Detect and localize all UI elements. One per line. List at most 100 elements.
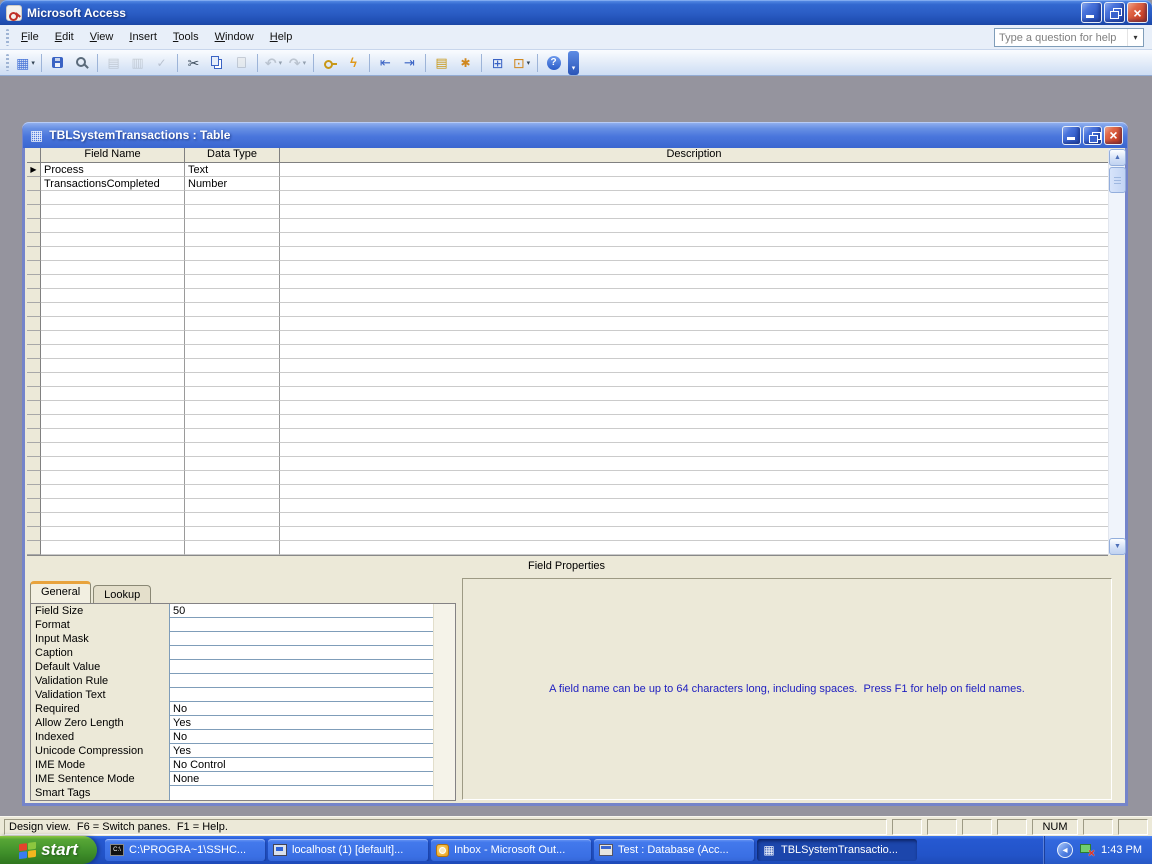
copy-button[interactable]: ▾ bbox=[206, 52, 229, 74]
build-button[interactable]: ▾ bbox=[454, 52, 477, 74]
scrollbar-thumb[interactable] bbox=[1109, 167, 1126, 193]
data-type-cell[interactable] bbox=[185, 331, 280, 345]
field-name-cell[interactable] bbox=[41, 205, 185, 219]
row-selector[interactable] bbox=[27, 541, 41, 555]
data-type-cell[interactable] bbox=[185, 275, 280, 289]
property-tab[interactable]: Lookup bbox=[93, 585, 151, 603]
description-cell[interactable] bbox=[280, 303, 1108, 317]
field-name-cell[interactable] bbox=[41, 345, 185, 359]
description-cell[interactable] bbox=[280, 163, 1108, 177]
chevron-down-icon[interactable] bbox=[1127, 29, 1143, 46]
paste-button[interactable]: ▾ bbox=[230, 52, 253, 74]
property-value-field[interactable] bbox=[169, 688, 433, 702]
description-cell[interactable] bbox=[280, 205, 1108, 219]
data-type-cell[interactable] bbox=[185, 373, 280, 387]
field-name-cell[interactable] bbox=[41, 443, 185, 457]
row-selector[interactable] bbox=[27, 275, 41, 289]
menu-item[interactable]: Window bbox=[207, 27, 262, 47]
redo-button[interactable]: ▾ bbox=[286, 52, 309, 74]
print-preview-button[interactable]: ▾ bbox=[126, 52, 149, 74]
row-selector[interactable] bbox=[27, 415, 41, 429]
toolbar-grip-icon[interactable] bbox=[6, 54, 9, 71]
vertical-scrollbar[interactable] bbox=[1108, 149, 1125, 555]
minimize-button[interactable] bbox=[1081, 2, 1102, 23]
data-type-cell[interactable] bbox=[185, 387, 280, 401]
save-button[interactable]: ▾ bbox=[46, 52, 69, 74]
close-button[interactable] bbox=[1127, 2, 1148, 23]
row-selector[interactable] bbox=[27, 401, 41, 415]
menu-item[interactable]: Insert bbox=[121, 27, 165, 47]
data-type-cell[interactable] bbox=[185, 415, 280, 429]
description-cell[interactable] bbox=[280, 527, 1108, 541]
data-type-cell[interactable] bbox=[185, 219, 280, 233]
indexes-button[interactable]: ▾ bbox=[342, 52, 365, 74]
menu-item[interactable]: File bbox=[13, 27, 47, 47]
data-type-cell[interactable] bbox=[185, 485, 280, 499]
field-name-cell[interactable] bbox=[41, 219, 185, 233]
field-name-cell[interactable] bbox=[41, 499, 185, 513]
field-name-cell[interactable] bbox=[41, 429, 185, 443]
field-name-cell[interactable] bbox=[41, 359, 185, 373]
row-selector[interactable] bbox=[27, 191, 41, 205]
description-cell[interactable] bbox=[280, 331, 1108, 345]
description-cell[interactable] bbox=[280, 359, 1108, 373]
description-cell[interactable] bbox=[280, 191, 1108, 205]
property-value-field[interactable] bbox=[169, 786, 433, 800]
field-name-cell[interactable] bbox=[41, 401, 185, 415]
field-name-cell[interactable] bbox=[41, 303, 185, 317]
description-cell[interactable] bbox=[280, 345, 1108, 359]
field-name-cell[interactable] bbox=[41, 387, 185, 401]
tray-chevron-icon[interactable] bbox=[1057, 842, 1073, 858]
field-name-cell[interactable] bbox=[41, 513, 185, 527]
property-value-field[interactable] bbox=[169, 674, 433, 688]
properties-button[interactable]: ▾ bbox=[430, 52, 453, 74]
property-value-field[interactable] bbox=[169, 632, 433, 646]
row-selector[interactable]: ▶ bbox=[27, 163, 41, 177]
row-selector[interactable] bbox=[27, 261, 41, 275]
property-value-field[interactable]: No Control bbox=[169, 758, 433, 772]
menu-item[interactable]: Tools bbox=[165, 27, 207, 47]
description-cell[interactable] bbox=[280, 429, 1108, 443]
field-name-cell[interactable] bbox=[41, 457, 185, 471]
row-selector[interactable] bbox=[27, 513, 41, 527]
taskbar-task-button[interactable]: TBLSystemTransactio... bbox=[757, 839, 917, 861]
description-cell[interactable] bbox=[280, 373, 1108, 387]
row-selector[interactable] bbox=[27, 219, 41, 233]
file-search-button[interactable]: ▾ bbox=[70, 52, 93, 74]
description-cell[interactable] bbox=[280, 415, 1108, 429]
property-value-field[interactable]: Yes bbox=[169, 716, 433, 730]
row-selector[interactable] bbox=[27, 485, 41, 499]
data-type-cell[interactable]: Number bbox=[185, 177, 280, 191]
description-cell[interactable] bbox=[280, 233, 1108, 247]
field-name-cell[interactable] bbox=[41, 471, 185, 485]
menu-item[interactable]: Help bbox=[262, 27, 301, 47]
row-selector[interactable] bbox=[27, 443, 41, 457]
field-name-cell[interactable] bbox=[41, 415, 185, 429]
new-object-button[interactable]: ▾ bbox=[510, 52, 533, 74]
data-type-cell[interactable] bbox=[185, 443, 280, 457]
print-button[interactable]: ▾ bbox=[102, 52, 125, 74]
description-cell[interactable] bbox=[280, 401, 1108, 415]
data-type-cell[interactable] bbox=[185, 429, 280, 443]
toolbar-options-button[interactable] bbox=[568, 51, 579, 75]
data-type-cell[interactable] bbox=[185, 191, 280, 205]
description-cell[interactable] bbox=[280, 275, 1108, 289]
description-cell[interactable] bbox=[280, 513, 1108, 527]
description-cell[interactable] bbox=[280, 443, 1108, 457]
window-maximize-button[interactable] bbox=[1083, 126, 1102, 145]
field-name-cell[interactable]: TransactionsCompleted bbox=[41, 177, 185, 191]
row-selector[interactable]: ▶ bbox=[27, 177, 41, 191]
description-cell[interactable] bbox=[280, 177, 1108, 191]
property-value-field[interactable]: No bbox=[169, 702, 433, 716]
field-name-cell[interactable] bbox=[41, 373, 185, 387]
delete-rows-button[interactable]: ▾ bbox=[398, 52, 421, 74]
field-name-cell[interactable] bbox=[41, 485, 185, 499]
menu-item[interactable]: Edit bbox=[47, 27, 82, 47]
data-type-cell[interactable] bbox=[185, 499, 280, 513]
row-selector[interactable] bbox=[27, 359, 41, 373]
row-selector[interactable] bbox=[27, 387, 41, 401]
data-type-cell[interactable] bbox=[185, 205, 280, 219]
restore-button[interactable] bbox=[1104, 2, 1125, 23]
start-button[interactable]: start bbox=[0, 836, 97, 864]
window-minimize-button[interactable] bbox=[1062, 126, 1081, 145]
